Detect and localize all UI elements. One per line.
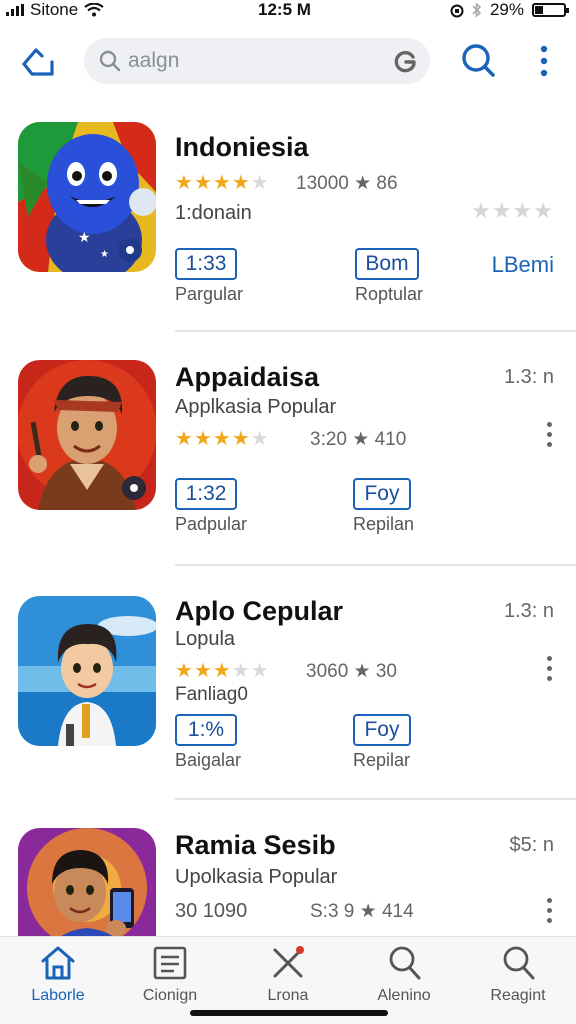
app-name: Aplo Cepular [175,596,344,626]
open-link[interactable]: LBemi [492,252,554,278]
battery-percent: 29% [489,0,524,19]
app-name: Ramia Sesib [175,830,336,860]
pill-label: Repilar [353,750,411,770]
nav-tab-explore[interactable]: Alenino [354,945,454,1015]
search-icon [99,50,121,72]
rating-count: 13000 ★ 86 [296,173,398,194]
pill-label: Pargular [175,284,244,304]
more-options-button[interactable] [532,42,556,80]
nav-tab-document[interactable]: Cionign [120,945,220,1015]
status-right: 29% [450,0,569,20]
document-icon [153,946,187,980]
nav-label: Reagint [490,987,546,1004]
size-pill[interactable]: 1:% [175,714,237,746]
home-icon [41,946,75,980]
app-subtitle: Upolkasia Popular [175,866,338,888]
install-pill[interactable]: Foy [353,714,411,746]
app-name: Indoniesia [175,132,309,162]
pill-label: Roptular [355,284,424,304]
nav-label: Lrona [267,987,309,1004]
refresh-icon[interactable] [392,49,418,75]
carrier-group: Sitone [6,0,104,20]
app-bar [0,32,576,90]
rating-count: 3:20 ★ 410 [310,429,407,450]
search-icon [389,946,421,980]
pill-label: Repilan [353,514,415,534]
app-subtitle: Lopula [175,628,236,650]
nav-tab-home[interactable]: Laborle [8,945,108,1015]
carrier-name: Sitone [30,0,79,19]
app-subtitle: 1:donain [175,202,252,224]
search-icon [462,44,495,77]
search-bar[interactable] [84,38,430,84]
blue-mascot-icon: ★ ★ [18,122,156,272]
crossed-tools-icon [273,946,304,978]
status-bar: Sitone 12:5 M 29% [0,0,576,22]
divider [175,330,576,332]
search-input[interactable] [128,46,368,76]
nav-label: Alenino [377,987,431,1004]
app-name: Appaidaisa [175,362,320,392]
battery-icon [532,3,569,17]
svg-text:★: ★ [100,249,109,260]
divider [175,564,576,566]
nav-tab-search[interactable]: Reagint [468,945,568,1015]
app-subtitle: Applkasia Popular [175,396,337,418]
rating-stars: ★★★★★ [175,660,270,682]
nav-tab-tools[interactable]: Lrona [238,945,338,1015]
item-more-button[interactable] [544,898,554,928]
search-button[interactable] [460,42,498,80]
status-time: 12:5 M [258,0,311,19]
app-extra-info: Fanliag0 [175,684,248,705]
download-count: 30 1090 [175,900,248,922]
pill-label: Padpular [175,514,248,534]
install-pill[interactable]: Foy [353,478,411,510]
nav-label: Laborle [31,987,85,1004]
more-vert-icon [540,45,548,77]
wifi-icon [84,3,104,17]
rating-count: S:3 9 ★ 414 [310,901,414,922]
pill-label: Baigalar [175,750,242,770]
placeholder-stars: ★★★★ [471,198,554,223]
app-size: 1.3: n [503,366,554,388]
rating-stars: ★★★★★ [175,428,270,450]
app-size: $5: n [509,834,554,856]
lock-rotation-icon [450,4,464,18]
app-size: 1.3: n [503,600,554,622]
nav-label: Cionign [142,987,198,1004]
install-pill[interactable]: Bom [355,248,419,280]
back-icon [22,48,54,76]
svg-text:★: ★ [78,229,91,245]
item-more-button[interactable] [544,422,554,452]
item-more-button[interactable] [544,656,554,686]
man-portrait-icon [18,360,156,510]
size-pill[interactable]: 1:33 [175,248,237,280]
rating-count: 3060 ★ 30 [306,661,397,682]
size-pill[interactable]: 1:32 [175,478,237,510]
boy-beach-icon [18,596,156,746]
search-icon [503,946,535,980]
home-indicator [190,1010,388,1016]
rating-stars: ★★★★★ [175,172,270,194]
signal-icon [6,4,24,16]
back-button[interactable] [20,44,58,80]
divider [175,798,576,800]
bluetooth-icon [472,2,482,18]
